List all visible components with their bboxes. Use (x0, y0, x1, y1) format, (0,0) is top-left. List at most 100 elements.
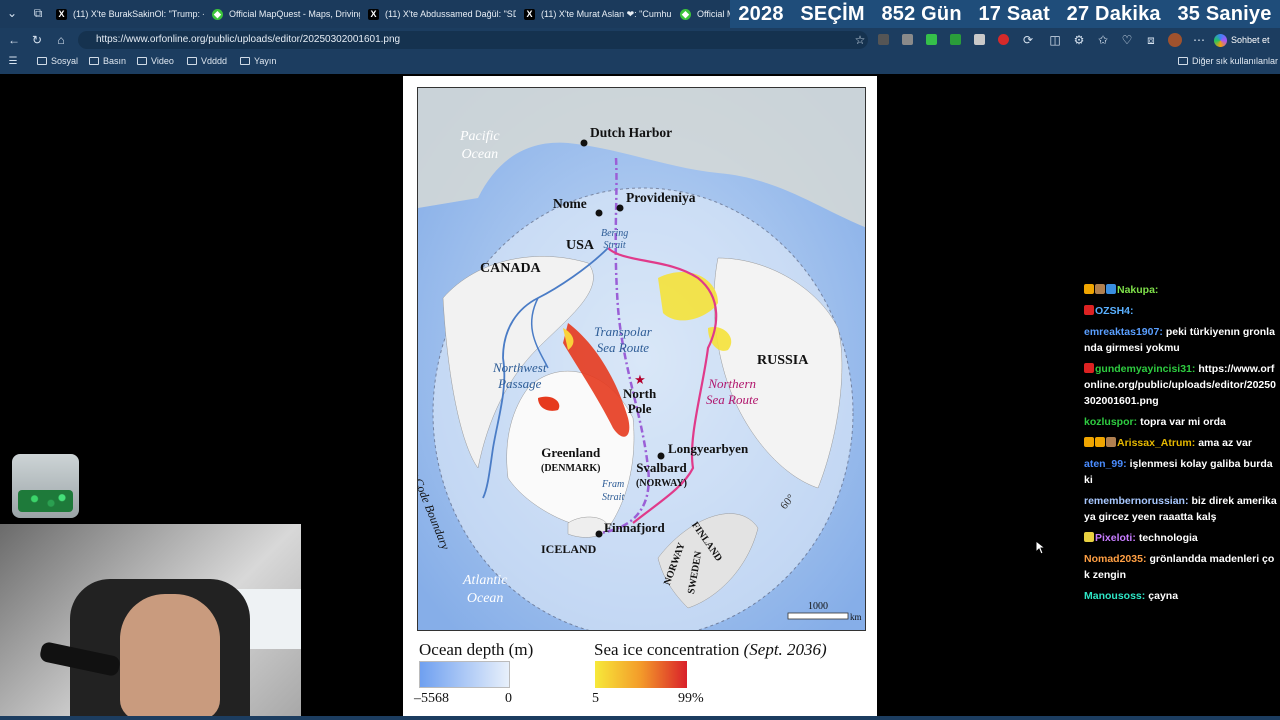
banner-hours: 17 Saat (978, 2, 1050, 25)
chat-text: topra var mi orda (1140, 416, 1226, 428)
chat-username[interactable]: aten_99: (1084, 458, 1127, 470)
other-favorites-folder[interactable]: Diğer sık kullanılanlar (1178, 56, 1278, 66)
map-label-longyearbyen: Longyearbyen (668, 441, 749, 456)
map-label-iceland: ICELAND (541, 542, 597, 556)
chat-username[interactable]: Nakupa: (1117, 284, 1158, 296)
extension-icon[interactable] (974, 34, 985, 45)
extension-icon[interactable] (902, 34, 913, 45)
map-label-pacific: Pacific Ocean (460, 128, 500, 164)
extension-icon[interactable] (878, 34, 889, 45)
home-icon[interactable]: ⌂ (53, 32, 69, 48)
chat-username[interactable]: Pixeloti: (1095, 532, 1136, 544)
legend-ice-max: 99% (678, 691, 704, 706)
browser-essentials-icon[interactable]: ♡ (1119, 32, 1135, 48)
chat-username[interactable]: remembernorussian: (1084, 495, 1188, 507)
chat-badge-icon (1084, 284, 1094, 294)
favorites-icon[interactable]: ✩ (1095, 32, 1111, 48)
extension-icon[interactable] (926, 34, 937, 45)
map-label-transpolar-line-1: Transpolar (594, 324, 652, 339)
chat-username[interactable]: Nomad2035: (1084, 553, 1146, 565)
map-label-usa: USA (566, 238, 595, 253)
collections-icon[interactable]: ⧈ (1143, 32, 1159, 48)
copilot-chat-button[interactable]: Sohbet et (1214, 32, 1270, 48)
chat-badge-icon (1106, 437, 1116, 447)
chat-badge-icon (1084, 305, 1094, 315)
bookmark-label: Video (151, 56, 174, 66)
refresh-extension-icon[interactable]: ⟳ (1020, 32, 1036, 48)
bookmark-label: Basın (103, 56, 127, 66)
map-label-nome: Nome (553, 196, 587, 211)
chat-badge-icon (1084, 532, 1094, 542)
map-label-greenland-line: Greenland (541, 445, 601, 460)
map-label-bering-strait: Bering Strait (601, 228, 628, 252)
chat-username[interactable]: Manousoss: (1084, 590, 1145, 602)
map-scale-unit: km (850, 612, 862, 622)
banner-days: 852 Gün (881, 2, 962, 25)
bookmark-folder[interactable]: Vdddd (187, 56, 227, 66)
map-label-northern-line-1: Northern (708, 376, 756, 391)
chat-badge-icon (1095, 437, 1105, 447)
chat-text: ama az var (1198, 437, 1252, 449)
taskbar-edge (0, 716, 1280, 720)
map-label-norway-paren-line: (NORWAY) (636, 478, 687, 489)
chat-username[interactable]: OZSH4: (1095, 305, 1134, 317)
bookmark-folder[interactable]: Basın (89, 56, 126, 66)
chat-username[interactable]: emreaktas1907: (1084, 326, 1163, 338)
tab-2[interactable]: ◆ Official MapQuest - Maps, Driving ✕ (206, 2, 360, 26)
avatar[interactable] (1168, 33, 1182, 47)
tab-5[interactable]: ◆ Official Ma (674, 2, 734, 26)
chat-username[interactable]: Arissax_Atrum: (1117, 437, 1195, 449)
map-label-north-pole: North Pole (623, 386, 656, 416)
map-label-northern-sea-route: Northern Sea Route (706, 376, 758, 408)
chat-message: Manousoss: çayna (1084, 588, 1278, 604)
map-label-greenland: Greenland (DENMARK) (541, 446, 600, 476)
chat-message: remembernorussian: biz direk amerikaya gi… (1084, 493, 1278, 525)
favorite-star-icon[interactable]: ☆ (852, 32, 868, 48)
bookmarks-bar: ☰ Sosyal Basın Video Vdddd Yayın Diğer s… (0, 52, 1280, 74)
reload-icon[interactable]: ↻ (29, 32, 45, 48)
bookmark-folder[interactable]: Yayın (240, 56, 276, 66)
chat-username[interactable]: kozluspor: (1084, 416, 1137, 428)
folder-icon (89, 57, 99, 65)
mapquest-icon: ◆ (212, 8, 223, 20)
tab-actions-chevron-icon[interactable]: ⌄ (4, 5, 20, 21)
sidebar-toggle-icon[interactable]: ☰ (5, 54, 21, 70)
tab-4[interactable]: X (11) X'te Murat Aslan ❤: "Cumhu ✕ (518, 2, 672, 26)
jar-contents (18, 490, 73, 512)
more-menu-icon[interactable]: ⋯ (1191, 32, 1207, 48)
legend-depth-min: –5568 (414, 691, 449, 706)
extension-icon[interactable] (950, 34, 961, 45)
chat-badge-icon (1084, 363, 1094, 373)
workspaces-icon[interactable]: ⧉ (30, 5, 46, 21)
bookmark-label: Sosyal (51, 56, 79, 66)
mouse-cursor-icon (1035, 540, 1045, 555)
map-label-north-pole-line-1: North (623, 386, 657, 401)
legend-ice-date: (Sept. 2036) (743, 640, 827, 659)
map-label-north-pole-line-2: Pole (627, 401, 652, 416)
map-label-fram-strait: Fram Strait (602, 478, 624, 504)
bookmark-label: Vdddd (201, 56, 228, 66)
tab-1[interactable]: X (11) X'te BurakSakinOl: "Trump: - ✕ (50, 2, 204, 26)
legend-depth-max: 0 (505, 691, 512, 706)
map-label-svalbard: Svalbard (NORWAY) (636, 461, 687, 491)
ice-color-ramp (595, 661, 687, 688)
bookmark-folder[interactable]: Sosyal (37, 56, 78, 66)
bookmark-folder[interactable]: Video (137, 56, 174, 66)
extension-icon[interactable] (998, 34, 1009, 45)
settings-icon[interactable]: ⚙ (1071, 32, 1087, 48)
chat-message: kozluspor: topra var mi orda (1084, 414, 1278, 430)
url-input[interactable]: https://www.orfonline.org/public/uploads… (78, 31, 868, 49)
map-label-dutch-harbor: Dutch Harbor (590, 125, 673, 140)
webcam-overlay (0, 524, 301, 720)
legend-ice-min: 5 (592, 691, 599, 706)
tab-3[interactable]: X (11) X'te Abdussamed Dağül: "SD ✕ (362, 2, 516, 26)
url-text: https://www.orfonline.org/public/uploads… (96, 34, 401, 45)
chat-badge-icon (1095, 284, 1105, 294)
banner-title: SEÇİM (800, 2, 865, 25)
chat-username[interactable]: gundemyayincisi31: (1095, 363, 1195, 375)
split-screen-icon[interactable]: ◫ (1047, 32, 1063, 48)
folder-icon (37, 57, 47, 65)
banner-seconds: 35 Saniye (1177, 2, 1272, 25)
back-icon[interactable]: ← (6, 32, 22, 48)
map-label-atlantic: Atlantic Ocean (463, 572, 507, 608)
